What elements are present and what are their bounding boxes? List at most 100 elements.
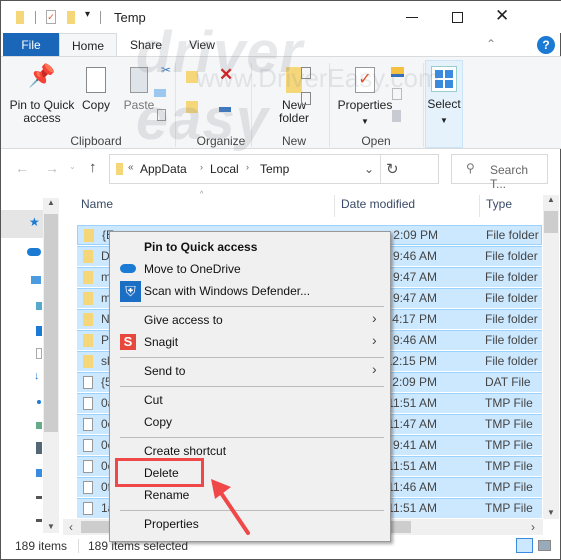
file-type: TMP File <box>485 417 533 431</box>
menu-item-properties[interactable]: Properties <box>144 514 199 534</box>
file-type: File folder <box>485 354 538 368</box>
new-item-icon[interactable] <box>301 67 311 79</box>
divider <box>78 539 79 553</box>
minimize-icon[interactable] <box>406 17 418 18</box>
divider <box>329 63 330 147</box>
music-icon[interactable] <box>37 400 41 404</box>
menu-item-cut[interactable]: Cut <box>144 390 163 410</box>
file-type: File folder <box>485 270 538 284</box>
tab-view[interactable]: View <box>179 33 225 57</box>
pictures-icon[interactable] <box>36 422 42 429</box>
properties-quick-icon[interactable]: ✓ <box>46 10 56 24</box>
drive-icon[interactable] <box>36 519 42 522</box>
breadcrumb-appdata[interactable]: AppData <box>140 162 187 176</box>
back-button[interactable]: ← <box>15 160 29 176</box>
address-bar[interactable]: « AppData › Local › Temp ⌄ ↻ <box>109 154 439 184</box>
help-icon[interactable]: ? <box>537 36 555 54</box>
close-icon[interactable]: ✕ <box>495 6 509 26</box>
scroll-left-icon[interactable]: ‹ <box>69 520 73 534</box>
tab-file[interactable]: File <box>3 33 59 57</box>
collapse-ribbon-icon[interactable]: ⌃ <box>486 37 496 51</box>
new-folder-button[interactable]: New folder <box>269 67 319 125</box>
column-type[interactable]: Type <box>486 197 512 217</box>
file-list-vscrollbar[interactable]: ▲ ▼ <box>543 195 559 519</box>
paste-shortcut-icon[interactable] <box>157 109 166 121</box>
column-name[interactable]: Name <box>81 197 113 217</box>
pin-to-quick-access-button[interactable]: 📌 Pin to Quick access <box>7 65 77 125</box>
drive-icon[interactable] <box>36 469 42 477</box>
tab-share[interactable]: Share <box>121 33 171 57</box>
cut-icon[interactable]: ✂ <box>161 63 171 77</box>
nav-item-icon[interactable] <box>36 326 42 336</box>
properties-button[interactable]: ✓ Properties ▼ <box>335 67 395 128</box>
quick-access-dropdown-icon[interactable]: ▾ <box>85 9 90 20</box>
chevron-right-icon: › <box>372 310 377 326</box>
search-input[interactable]: ⚲ Search T... <box>451 154 548 191</box>
tab-home[interactable]: Home <box>59 33 117 58</box>
breadcrumb-local[interactable]: Local <box>210 162 239 176</box>
menu-separator <box>120 437 384 438</box>
videos-icon[interactable] <box>36 442 42 454</box>
scroll-up-icon[interactable]: ▲ <box>43 198 59 207</box>
menu-separator <box>120 386 384 387</box>
scroll-down-icon[interactable]: ▼ <box>543 508 559 517</box>
open-icon[interactable] <box>391 67 404 77</box>
paste-button[interactable]: Paste <box>121 67 157 112</box>
menu-item-give-access-to[interactable]: Give access to <box>144 310 223 330</box>
nav-scrollbar[interactable]: ▲ ▼ <box>43 198 59 533</box>
details-view-button[interactable] <box>516 538 533 553</box>
move-to-icon[interactable] <box>186 71 198 83</box>
scroll-thumb[interactable] <box>544 211 558 233</box>
nav-item-icon[interactable] <box>36 302 42 310</box>
onedrive-icon[interactable] <box>27 248 41 256</box>
scroll-down-icon[interactable]: ▼ <box>43 522 59 531</box>
menu-item-snagit[interactable]: Snagit <box>144 332 178 352</box>
breadcrumb-temp[interactable]: Temp <box>260 162 289 176</box>
rename-icon[interactable] <box>219 107 231 112</box>
column-date-modified[interactable]: Date modified <box>341 197 415 217</box>
large-icons-view-button[interactable] <box>538 540 551 551</box>
easy-access-icon[interactable] <box>301 92 311 105</box>
copy-path-icon[interactable] <box>154 89 166 97</box>
menu-item-rename[interactable]: Rename <box>144 485 189 505</box>
history-icon[interactable] <box>392 110 401 122</box>
sort-indicator-icon: ^ <box>200 191 204 198</box>
scroll-right-icon[interactable]: › <box>531 520 535 534</box>
refresh-icon[interactable]: ↻ <box>386 160 399 178</box>
file-icon <box>83 502 93 515</box>
file-name: P <box>101 333 110 347</box>
scroll-up-icon[interactable]: ▲ <box>543 195 559 209</box>
file-icon <box>83 397 93 410</box>
divider <box>35 11 36 24</box>
menu-item-scan-with-windows-defender[interactable]: Scan with Windows Defender... <box>144 281 310 301</box>
clipboard-group-label: Clipboard <box>70 134 122 148</box>
file-type: TMP File <box>485 501 533 515</box>
file-type: DAT File <box>485 375 531 389</box>
copy-to-icon[interactable] <box>186 101 198 113</box>
new-folder-quick-icon[interactable] <box>67 11 75 24</box>
copy-button[interactable]: Copy <box>79 67 113 112</box>
folder-icon <box>84 229 94 242</box>
drive-icon[interactable] <box>36 496 42 499</box>
divider <box>380 155 381 183</box>
forward-button[interactable]: → <box>45 160 59 176</box>
divider <box>100 11 101 24</box>
up-button[interactable]: ↑ <box>89 159 97 176</box>
menu-item-send-to[interactable]: Send to <box>144 361 185 381</box>
folder-icon <box>83 313 93 326</box>
menu-item-move-to-onedrive[interactable]: Move to OneDrive <box>144 259 241 279</box>
menu-item-copy[interactable]: Copy <box>144 412 172 432</box>
maximize-icon[interactable] <box>452 12 463 23</box>
documents-icon[interactable] <box>36 348 42 359</box>
recent-locations-icon[interactable]: ⌄ <box>69 162 76 171</box>
downloads-icon[interactable]: ↓ <box>34 370 40 382</box>
select-button[interactable]: Select ▼ <box>425 60 463 148</box>
nav-quick-access[interactable]: ★ <box>1 210 43 238</box>
file-icon <box>83 481 93 494</box>
delete-icon[interactable]: ✕ <box>219 65 233 85</box>
this-pc-icon[interactable] <box>31 276 41 284</box>
address-dropdown-icon[interactable]: ⌄ <box>364 162 374 176</box>
menu-item-pin-to-quick-access[interactable]: Pin to Quick access <box>144 237 257 257</box>
edit-icon[interactable] <box>392 88 402 100</box>
scroll-thumb[interactable] <box>44 214 58 432</box>
